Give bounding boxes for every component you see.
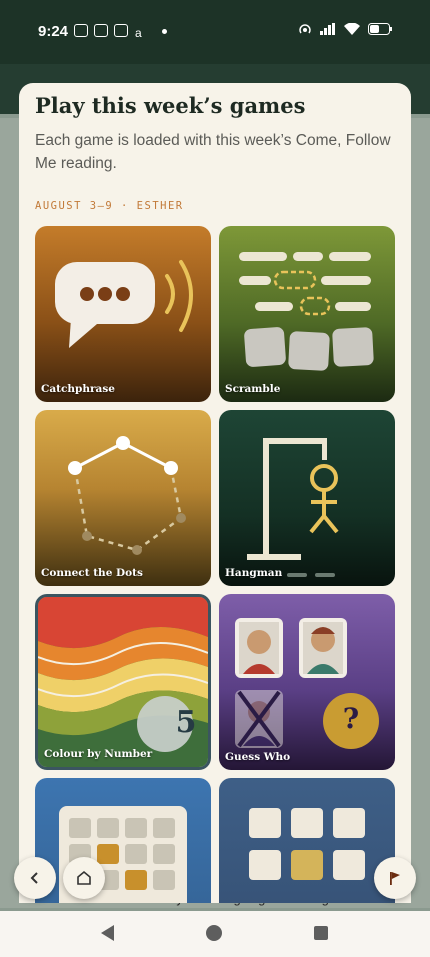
- app-icon: [94, 24, 108, 37]
- game-tile-colour-by-number[interactable]: 5 Colour by Number: [35, 594, 211, 770]
- sheet-subtitle: Each game is loaded with this week’s Com…: [35, 132, 391, 172]
- svg-text:a: a: [135, 26, 142, 39]
- nav-back-icon[interactable]: [101, 925, 114, 941]
- back-icon: [30, 872, 38, 884]
- hangman-icon: [247, 438, 339, 577]
- calendar-icon: [114, 24, 128, 37]
- game-label: Connect the Dots: [41, 567, 143, 579]
- game-label: Hangman: [225, 567, 283, 579]
- home-button[interactable]: [63, 857, 105, 899]
- portrait-cards-icon: [235, 618, 379, 749]
- battery-icon: [368, 23, 392, 35]
- game-label: Guess Who: [225, 751, 291, 763]
- game-tile-matching[interactable]: [219, 778, 395, 903]
- flag-button[interactable]: [374, 857, 416, 899]
- nav-recents-icon[interactable]: [314, 926, 328, 940]
- game-tile-guess-who[interactable]: ? Guess Who: [219, 594, 395, 770]
- week-label: AUGUST 3–9 · ESTHER: [35, 200, 184, 212]
- guess-mark: ?: [342, 702, 360, 735]
- speech-bubble-icon: [55, 260, 193, 348]
- dots-icon: [68, 436, 186, 555]
- hotspot-icon: [299, 24, 311, 34]
- colour-waves-icon: [38, 597, 208, 767]
- scramble-tiles-icon: [239, 252, 374, 371]
- signal-icon: [320, 23, 335, 35]
- system-nav-bar: [0, 911, 430, 957]
- nav-home-icon[interactable]: [206, 925, 222, 941]
- game-tile-word-grid[interactable]: [35, 778, 211, 903]
- game-label: Catchphrase: [41, 383, 115, 395]
- game-label: Colour by Number: [44, 748, 153, 760]
- letter-grid-icon: [59, 806, 187, 903]
- games-sheet: Play this week’s games Each game is load…: [19, 83, 411, 903]
- amazon-icon: a: [134, 24, 148, 40]
- colour-number: 5: [175, 705, 197, 740]
- game-tile-scramble[interactable]: Scramble: [219, 226, 395, 402]
- home-icon: [77, 870, 91, 885]
- game-label: Scramble: [225, 383, 281, 395]
- status-time: 9:24: [38, 23, 69, 40]
- notification-icons: a: [74, 24, 148, 40]
- more-notifications-dot: [162, 29, 167, 34]
- game-tile-hangman[interactable]: Hangman: [219, 410, 395, 586]
- sheet-title: Play this week’s games: [35, 93, 306, 118]
- back-button[interactable]: [14, 857, 56, 899]
- game-tile-connect-the-dots[interactable]: Connect the Dots: [35, 410, 211, 586]
- card-grid-icon: [249, 808, 365, 880]
- wifi-icon: [344, 23, 360, 35]
- ring-app-icon: [74, 24, 88, 37]
- status-bar: 9:24 a: [0, 0, 430, 64]
- system-icons: [298, 22, 392, 36]
- flag-icon: [390, 872, 400, 885]
- game-tile-catchphrase[interactable]: Catchphrase: [35, 226, 211, 402]
